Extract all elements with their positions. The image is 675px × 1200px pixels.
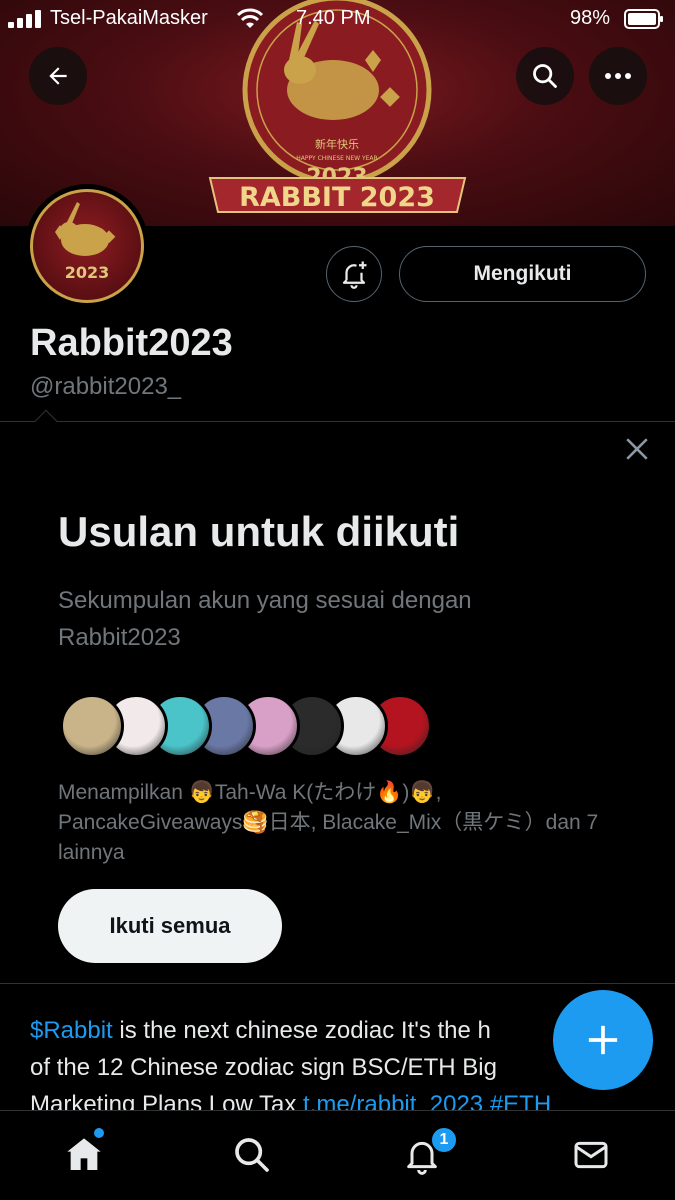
bio-text: is the next chinese zodiac It's the h [112,1017,491,1044]
bottom-navigation [0,1110,675,1200]
avatar-image: 2023 [30,189,144,303]
display-name: Rabbit2023 [30,322,233,364]
suggest-title: Usulan untuk diikuti [58,508,460,555]
profile-bio: $Rabbit is the next chinese zodiac It's … [30,1012,630,1123]
battery-icon [624,9,663,29]
home-icon[interactable] [64,1135,104,1175]
cashtag-link[interactable]: $Rabbit [30,1017,113,1044]
search-button[interactable] [516,47,574,105]
user-handle: @rabbit2023_ [30,373,182,400]
search-icon[interactable] [232,1135,272,1175]
suggested-avatars[interactable] [60,694,460,760]
arrow-left-icon [49,67,67,85]
bio-text: of the 12 Chinese zodiac sign BSC/ETH Bi… [30,1054,497,1081]
suggested-accounts-summary[interactable]: Menampilkan 👦Tah-Wa K(たわけ🔥)👦, PancakeGiv… [58,778,618,868]
panel-pointer [34,409,58,433]
suggest-subtitle: Sekumpulan akun yang sesuai dengan Rabbi… [58,587,472,651]
close-icon[interactable] [624,436,650,462]
notifications-bell-button[interactable] [326,246,382,302]
wifi-icon [236,8,264,28]
plus-icon [588,1025,618,1055]
battery-percent: 98% [570,7,611,29]
search-icon [533,64,557,88]
suggested-account-avatar[interactable] [60,694,124,758]
rabbit-logo-icon: 2023 [55,202,116,282]
clock: 7.40 PM [296,7,371,29]
avatar-year: 2023 [65,263,110,282]
back-button[interactable] [29,47,87,105]
bell-plus-icon [342,261,367,289]
banner-chinese-text: 新年快乐 [315,137,359,151]
notification-count-badge: 1 [430,1126,458,1154]
more-horizontal-icon [605,73,631,79]
signal-icon [8,10,41,28]
banner-ribbon-text: RABBIT 2023 [239,182,435,213]
compose-tweet-button[interactable] [553,990,653,1090]
home-unread-dot [94,1128,104,1138]
banner-subtitle: HAPPY CHINESE NEW YEAR [296,155,377,162]
carrier-name: Tsel-PakaiMasker [50,7,208,29]
follow-all-button[interactable]: Ikuti semua [58,889,282,963]
profile-avatar[interactable]: 2023 [25,184,149,308]
following-button[interactable]: Mengikuti [399,246,646,302]
more-options-button[interactable] [589,47,647,105]
mail-icon[interactable] [571,1135,611,1175]
status-bar: Tsel-PakaiMasker 7.40 PM 98% [0,0,675,38]
suggested-follows-panel: Usulan untuk diikuti Sekumpulan akun yan… [0,409,675,984]
